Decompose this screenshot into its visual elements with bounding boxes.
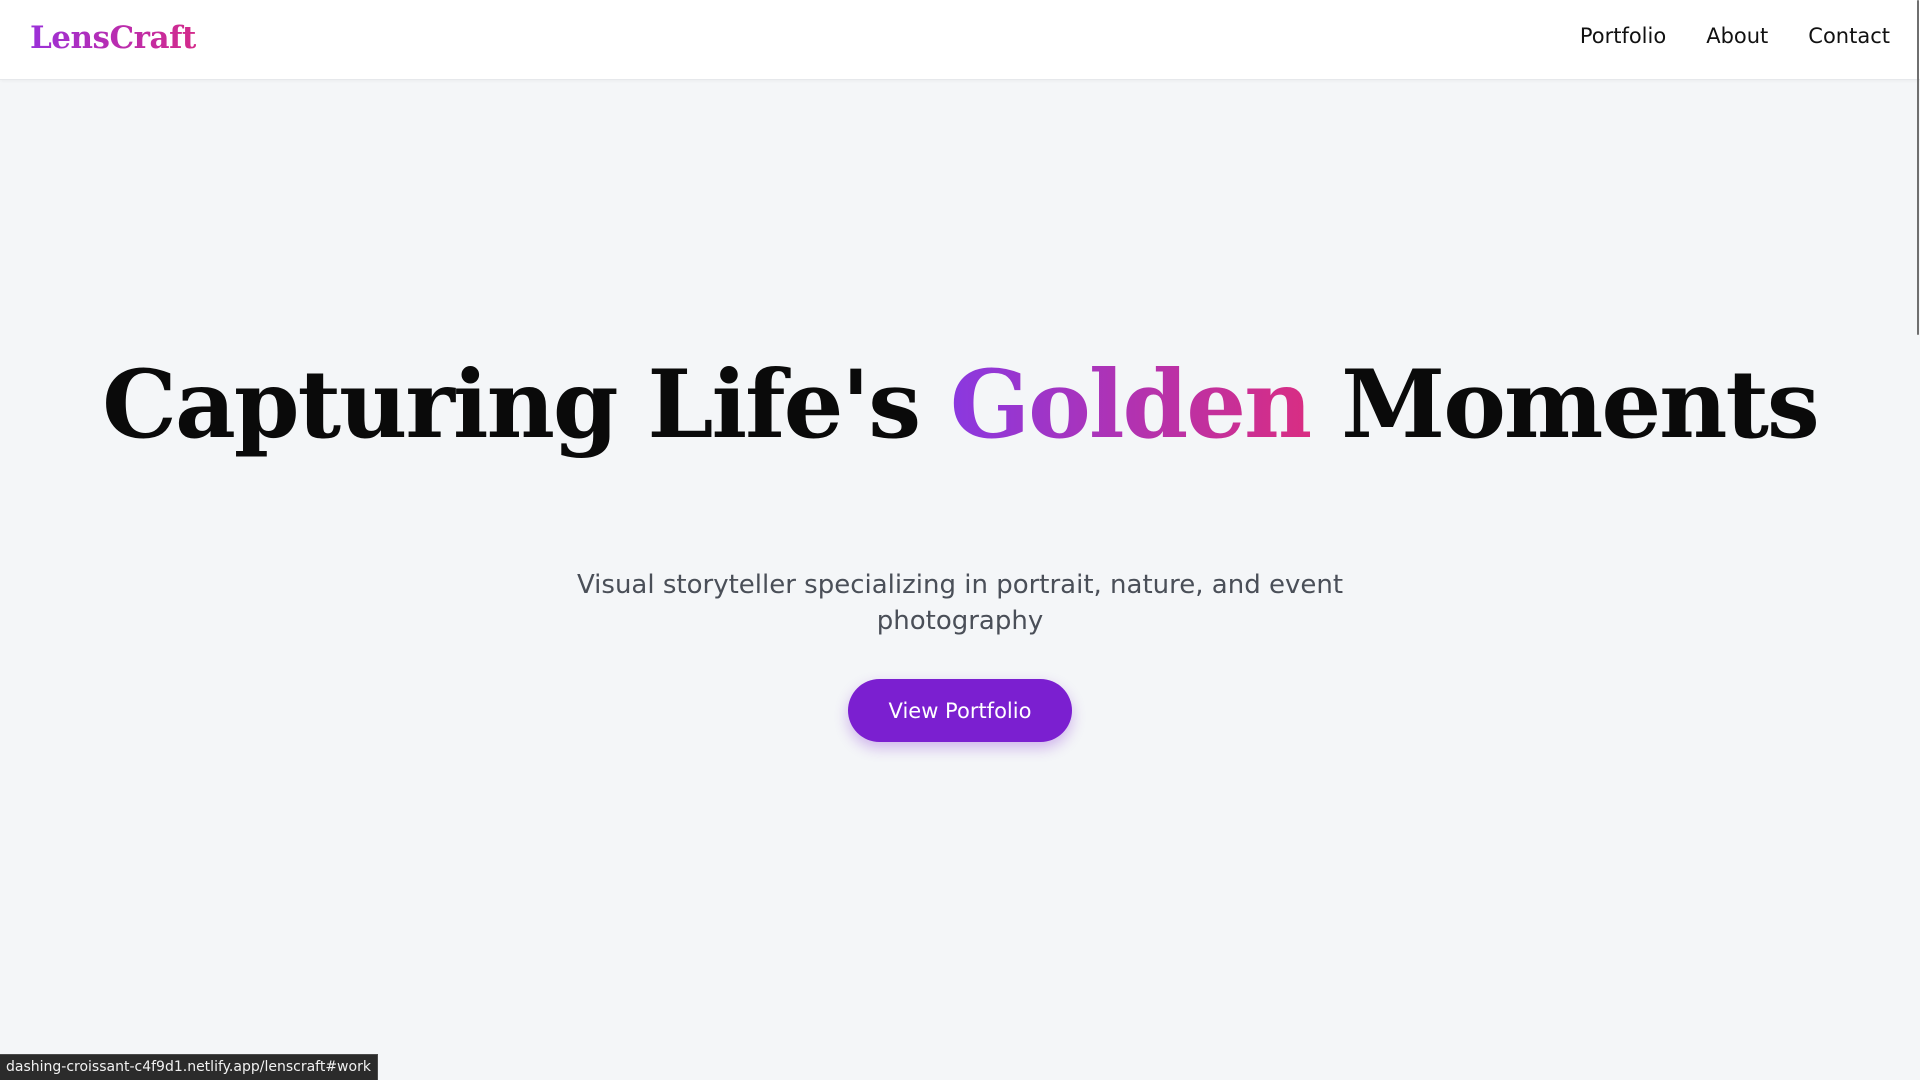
page-scrollbar[interactable]	[1914, 0, 1920, 1080]
nav-link-about[interactable]: About	[1706, 24, 1768, 48]
link-status-bar: dashing-croissant-c4f9d1.netlify.app/len…	[0, 1054, 378, 1080]
logo-link[interactable]: LensCraft	[30, 20, 196, 56]
hero-title-highlight: Golden	[949, 350, 1313, 460]
top-navbar: LensCraft Portfolio About Contact	[0, 0, 1920, 80]
view-portfolio-button[interactable]: View Portfolio	[848, 679, 1072, 742]
nav-link-contact[interactable]: Contact	[1808, 24, 1890, 48]
nav-link-portfolio[interactable]: Portfolio	[1580, 24, 1666, 48]
hero-title: Capturing Life's Golden Moments	[0, 350, 1920, 460]
hero-subtitle: Visual storyteller specializing in portr…	[576, 570, 1344, 636]
nav-links: Portfolio About Contact	[1580, 24, 1890, 48]
scrollbar-thumb[interactable]	[1917, 0, 1919, 335]
hero-title-prefix: Capturing Life's	[102, 350, 950, 460]
hero-title-suffix: Moments	[1310, 350, 1820, 460]
